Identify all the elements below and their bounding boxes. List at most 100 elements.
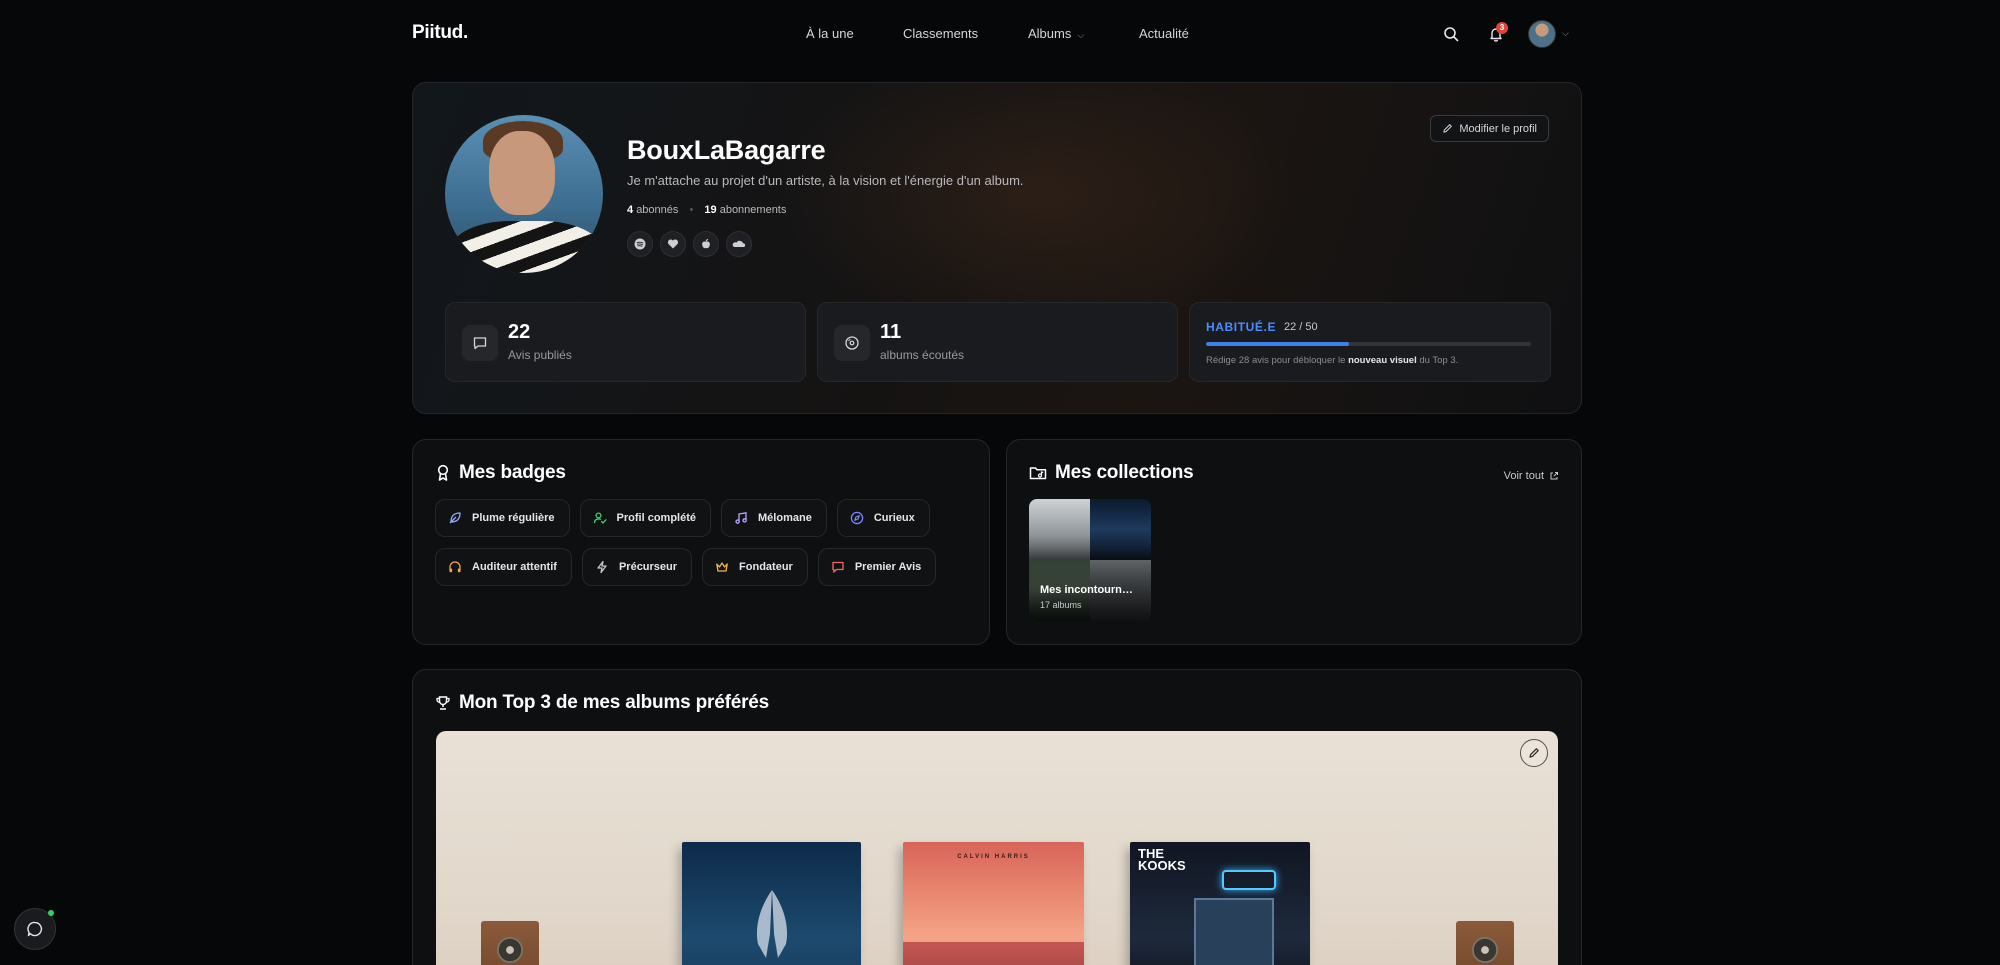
- top3-album-2[interactable]: CALVIN HARRIS: [903, 842, 1084, 965]
- badge-curieux[interactable]: Curieux: [836, 499, 930, 537]
- badge-profil-complete[interactable]: Profil complété: [579, 499, 712, 537]
- badge-fondateur[interactable]: Fondateur: [702, 548, 808, 586]
- level-hint-suffix: du Top 3.: [1419, 355, 1459, 366]
- lightning-icon: [597, 560, 607, 574]
- notification-count-badge: 3: [1496, 22, 1508, 34]
- following-link[interactable]: 19 abonnements: [704, 204, 786, 216]
- account-avatar[interactable]: [1528, 20, 1556, 48]
- collection-item[interactable]: Mes incontourn… 17 albums: [1029, 499, 1151, 621]
- badge-label: Plume régulière: [472, 512, 555, 524]
- collections-title: Mes collections: [1029, 462, 1194, 484]
- social-links: [627, 231, 752, 257]
- nav-link-classements[interactable]: Classements: [903, 26, 978, 41]
- top3-title-text: Mon Top 3 de mes albums préférés: [459, 692, 769, 713]
- collections-card: Mes collections Voir tout Mes incontourn…: [1006, 439, 1582, 645]
- albums-label: albums écoutés: [880, 348, 965, 362]
- apple-music-icon[interactable]: [693, 231, 719, 257]
- collections-title-text: Mes collections: [1055, 462, 1194, 483]
- stat-card-reviews: 22 Avis publiés: [445, 302, 806, 382]
- medal-icon: [437, 464, 449, 481]
- nav-link-actualite[interactable]: Actualité: [1139, 26, 1189, 41]
- nav-link-a-la-une[interactable]: À la une: [806, 26, 854, 41]
- level-name: HABITUÉ.E: [1206, 320, 1277, 334]
- soundcloud-icon[interactable]: [726, 231, 752, 257]
- profile-bio: Je m'attache au projet d'un artiste, à l…: [627, 173, 1024, 188]
- level-card: HABITUÉ.E 22 / 50 Rédige 28 avis pour dé…: [1189, 302, 1551, 382]
- top3-title: Mon Top 3 de mes albums préférés: [435, 692, 769, 714]
- badges-row-1: Plume régulière Profil complété Mélomane…: [435, 499, 930, 537]
- chevron-down-icon[interactable]: ⌵: [1562, 28, 1569, 39]
- badge-label: Fondateur: [739, 561, 793, 573]
- spotify-icon[interactable]: [627, 231, 653, 257]
- edit-profile-button[interactable]: Modifier le profil: [1430, 115, 1549, 142]
- followers-count: 4: [627, 204, 634, 216]
- reviews-label: Avis publiés: [508, 348, 572, 362]
- comment-icon: [462, 325, 498, 361]
- profile-avatar: [445, 115, 603, 273]
- badges-title: Mes badges: [435, 462, 566, 484]
- pencil-icon: [1529, 748, 1539, 758]
- deezer-icon[interactable]: [660, 231, 686, 257]
- badge-auditeur-attentif[interactable]: Auditeur attentif: [435, 548, 572, 586]
- feather-icon: [449, 512, 461, 524]
- search-icon[interactable]: [1439, 22, 1463, 46]
- profile-username: BouxLaBagarre: [627, 135, 826, 165]
- badges-row-2: Auditeur attentif Précurseur Fondateur P…: [435, 548, 937, 586]
- chevron-down-icon: ⌵: [1077, 30, 1085, 40]
- following-count: 19: [704, 204, 717, 216]
- following-label: abonnements: [719, 204, 787, 216]
- badge-label: Auditeur attentif: [472, 561, 557, 573]
- nav-link-albums[interactable]: Albums ⌵: [1028, 26, 1084, 41]
- level-hint-bold: nouveau visuel: [1348, 355, 1417, 366]
- collection-name: Mes incontourn…: [1040, 584, 1133, 596]
- site-logo[interactable]: Piitud.: [412, 22, 468, 44]
- edit-top3-button[interactable]: [1520, 739, 1548, 767]
- top-navbar: Piitud. À la une Classements Albums ⌵ Act…: [0, 0, 2000, 68]
- level-hint-prefix: Rédige 28 avis pour débloquer le: [1206, 355, 1346, 366]
- profile-card: BouxLaBagarre Je m'attache au projet d'u…: [412, 82, 1582, 414]
- vinyl-icon: [834, 325, 870, 361]
- user-check-icon: [593, 512, 607, 524]
- level-hint: Rédige 28 avis pour débloquer le nouveau…: [1206, 355, 1458, 366]
- badge-label: Curieux: [873, 512, 915, 524]
- badges-card: Mes badges Plume régulière Profil complé…: [412, 439, 990, 645]
- edit-profile-label: Modifier le profil: [1459, 122, 1537, 135]
- chat-bubble-icon: [27, 921, 43, 937]
- badge-premier-avis[interactable]: Premier Avis: [817, 548, 937, 586]
- trophy-icon: [436, 696, 450, 710]
- compass-icon: [850, 511, 864, 525]
- badges-title-text: Mes badges: [459, 462, 566, 483]
- badge-precurseur[interactable]: Précurseur: [581, 548, 693, 586]
- badge-plume-reguliere[interactable]: Plume régulière: [435, 499, 570, 537]
- see-all-link[interactable]: Voir tout: [1504, 470, 1559, 482]
- music-note-icon: [735, 512, 747, 524]
- external-link-icon: [1550, 472, 1558, 480]
- headphones-icon: [449, 561, 461, 573]
- online-status-dot: [48, 910, 54, 916]
- badge-label: Premier Avis: [854, 561, 922, 573]
- follow-stats: 4 abonnés • 19 abonnements: [627, 204, 786, 216]
- badge-label: Précurseur: [618, 561, 678, 573]
- collection-count: 17 albums: [1040, 600, 1082, 610]
- see-all-label: Voir tout: [1503, 470, 1544, 482]
- separator-dot: •: [689, 204, 694, 216]
- level-progress-text: 22 / 50: [1284, 321, 1318, 333]
- pencil-icon: [1443, 124, 1453, 133]
- badge-melomane[interactable]: Mélomane: [721, 499, 827, 537]
- top3-showcase: CALVIN HARRIS THE KOOKS: [436, 731, 1558, 965]
- top3-album-1[interactable]: [682, 842, 861, 965]
- level-progress-bar: [1206, 342, 1531, 346]
- speaker-left: [481, 921, 539, 965]
- speaker-right: [1456, 921, 1514, 965]
- level-progress-fill: [1206, 342, 1349, 346]
- reviews-count: 22: [508, 321, 531, 343]
- album-cover-text: THE KOOKS: [1138, 846, 1186, 873]
- top3-album-3[interactable]: THE KOOKS: [1130, 842, 1310, 965]
- album-cover-text: CALVIN HARRIS: [957, 854, 1030, 860]
- followers-label: abonnés: [636, 204, 679, 216]
- badge-label: Profil complété: [616, 512, 697, 524]
- albums-count: 11: [880, 321, 902, 343]
- folder-music-icon: [1029, 467, 1047, 480]
- top3-card: Mon Top 3 de mes albums préférés CALVIN …: [412, 669, 1582, 965]
- followers-link[interactable]: 4 abonnés: [627, 204, 678, 216]
